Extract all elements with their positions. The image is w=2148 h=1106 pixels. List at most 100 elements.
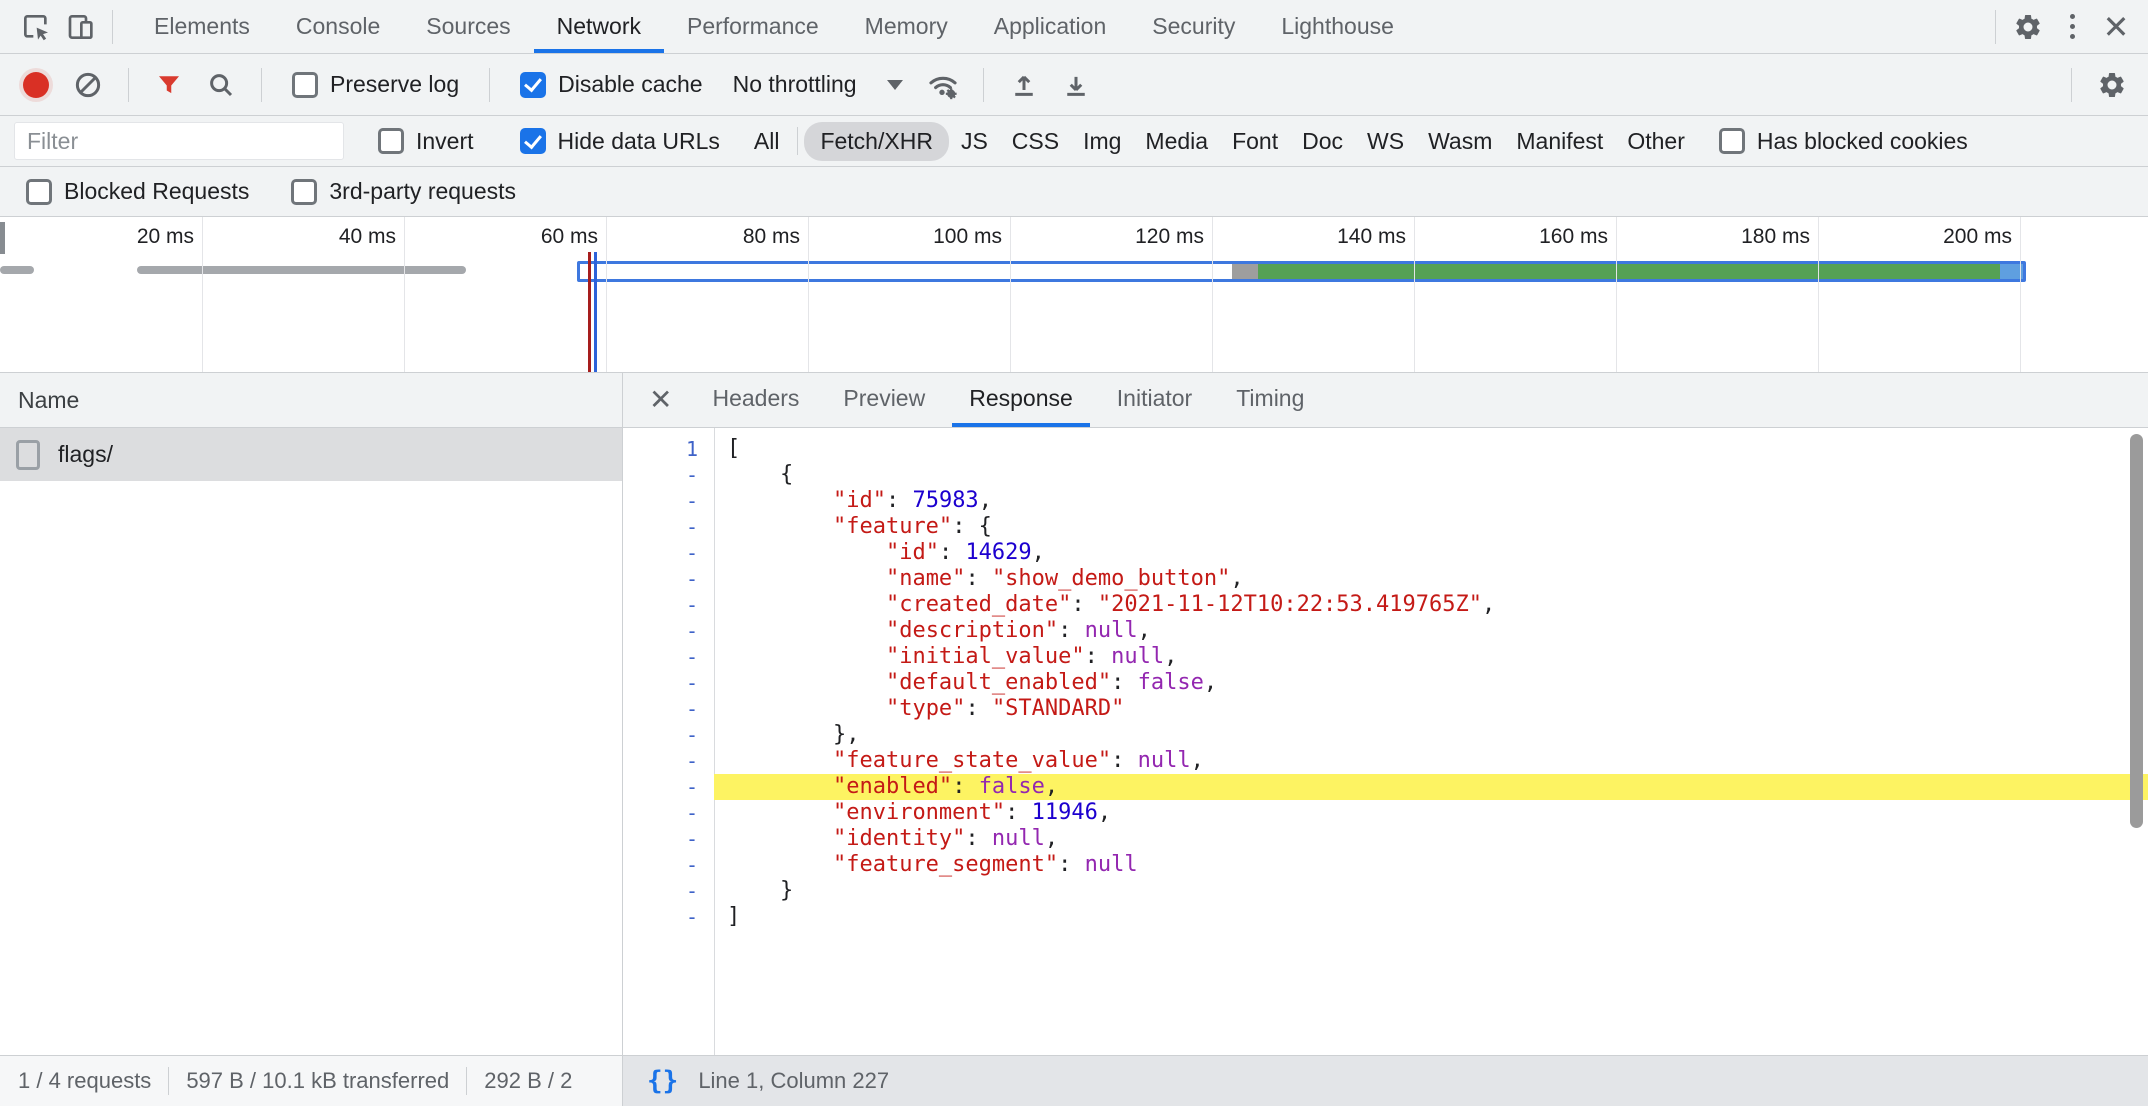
line-gutter[interactable]: - [623,826,714,852]
preserve-log-checkbox[interactable] [292,72,318,98]
filter-input[interactable] [14,122,344,160]
line-gutter[interactable]: - [623,722,714,748]
request-details-panel: ✕ HeadersPreviewResponseInitiatorTiming … [623,373,2148,1055]
network-conditions-icon[interactable] [921,63,965,107]
third-party-requests-checkbox[interactable] [291,179,317,205]
close-devtools-icon[interactable]: ✕ [2094,5,2138,49]
filter-type-img[interactable]: Img [1071,122,1133,161]
detail-tab-response[interactable]: Response [952,373,1090,427]
tab-sources[interactable]: Sources [403,0,533,53]
main-tabbar-tabs: ElementsConsoleSourcesNetworkPerformance… [131,0,1417,53]
detail-tabs: HeadersPreviewResponseInitiatorTiming [690,373,1326,427]
settings-gear-icon[interactable] [2006,5,2050,49]
line-gutter[interactable]: 1 [623,436,714,462]
timeline-gridline [1818,217,1819,372]
detail-tab-preview[interactable]: Preview [826,373,942,427]
has-blocked-cookies-label: Has blocked cookies [1757,128,1968,155]
line-gutter[interactable]: - [623,514,714,540]
filter-type-other[interactable]: Other [1615,122,1697,161]
response-line: - "environment": 11946, [623,800,2148,826]
tab-memory[interactable]: Memory [842,0,971,53]
vertical-scrollbar-thumb[interactable] [2130,434,2143,828]
device-toolbar-icon[interactable] [58,5,102,49]
network-filter-bar: Invert Hide data URLs AllFetch/XHRJSCSSI… [0,116,2148,167]
response-viewer[interactable]: 1[- {- "id": 75983,- "feature": {- "id":… [623,428,2148,1055]
line-gutter[interactable]: - [623,800,714,826]
response-line: - } [623,878,2148,904]
response-line: - "default_enabled": false, [623,670,2148,696]
tab-network[interactable]: Network [534,0,664,53]
request-row[interactable]: flags/ [0,428,622,481]
timeline-overview[interactable]: 20 ms40 ms60 ms80 ms100 ms120 ms140 ms16… [0,217,2148,373]
status-item: 292 B / 2 [484,1068,572,1094]
disable-cache-checkbox[interactable] [520,72,546,98]
response-line: 1[ [623,436,2148,462]
more-options-icon[interactable] [2050,5,2094,49]
tab-application[interactable]: Application [971,0,1130,53]
line-gutter[interactable]: - [623,592,714,618]
tab-console[interactable]: Console [273,0,403,53]
record-network-log-button[interactable] [14,63,58,107]
response-line: - }, [623,722,2148,748]
filter-type-doc[interactable]: Doc [1290,122,1355,161]
has-blocked-cookies-checkbox[interactable] [1719,128,1745,154]
blocked-requests-checkbox[interactable] [26,179,52,205]
filter-type-manifest[interactable]: Manifest [1504,122,1615,161]
line-gutter[interactable]: - [623,878,714,904]
tab-lighthouse[interactable]: Lighthouse [1258,0,1417,53]
close-details-icon[interactable]: ✕ [631,386,690,414]
request-options-bar: Blocked Requests 3rd-party requests [0,167,2148,217]
clear-network-log-icon[interactable] [66,63,110,107]
invert-label: Invert [416,128,474,155]
line-gutter[interactable]: - [623,462,714,488]
request-waterfall-bar[interactable] [577,261,2026,282]
name-column-header[interactable]: Name [0,373,622,428]
inspect-element-icon[interactable] [14,5,58,49]
line-gutter[interactable]: - [623,618,714,644]
detail-tab-timing[interactable]: Timing [1219,373,1321,427]
line-gutter[interactable]: - [623,696,714,722]
filter-type-fetch-xhr[interactable]: Fetch/XHR [804,122,948,161]
divider [489,68,490,102]
name-header-label: Name [18,387,79,414]
line-gutter[interactable]: - [623,748,714,774]
line-gutter[interactable]: - [623,540,714,566]
blocked-requests-toggle: Blocked Requests [26,178,249,205]
filter-type-css[interactable]: CSS [1000,122,1071,161]
filter-type-all[interactable]: All [742,122,792,161]
line-gutter[interactable]: - [623,488,714,514]
timeline-gridline [1212,217,1213,372]
filter-type-wasm[interactable]: Wasm [1416,122,1504,161]
line-gutter[interactable]: - [623,904,714,930]
tab-performance[interactable]: Performance [664,0,842,53]
overview-activity-bar [0,266,34,274]
format-braces-icon[interactable]: {} [647,1066,678,1096]
line-gutter[interactable]: - [623,852,714,878]
line-gutter[interactable]: - [623,670,714,696]
hide-data-urls-checkbox[interactable] [520,128,546,154]
filter-type-font[interactable]: Font [1220,122,1290,161]
line-gutter[interactable]: - [623,774,714,800]
filter-type-ws[interactable]: WS [1355,122,1416,161]
line-gutter[interactable]: - [623,566,714,592]
network-settings-gear-icon[interactable] [2090,63,2134,107]
timeline-tick-label: 120 ms [1052,225,1204,249]
divider [983,68,984,102]
import-har-icon[interactable] [1002,63,1046,107]
detail-tab-headers[interactable]: Headers [695,373,816,427]
filter-type-js[interactable]: JS [949,122,1000,161]
timeline-tick-label: 40 ms [244,225,396,249]
invert-checkbox[interactable] [378,128,404,154]
filter-funnel-icon[interactable] [147,63,191,107]
waterfall-download-segment [1258,264,2000,279]
export-har-icon[interactable] [1054,63,1098,107]
line-gutter[interactable]: - [623,644,714,670]
search-icon[interactable] [199,63,243,107]
timeline-gridline [404,217,405,372]
line-text: }, [714,722,2148,748]
tab-elements[interactable]: Elements [131,0,273,53]
tab-security[interactable]: Security [1129,0,1258,53]
detail-tab-initiator[interactable]: Initiator [1100,373,1209,427]
filter-type-media[interactable]: Media [1133,122,1220,161]
throttling-select[interactable]: No throttling [733,71,903,98]
